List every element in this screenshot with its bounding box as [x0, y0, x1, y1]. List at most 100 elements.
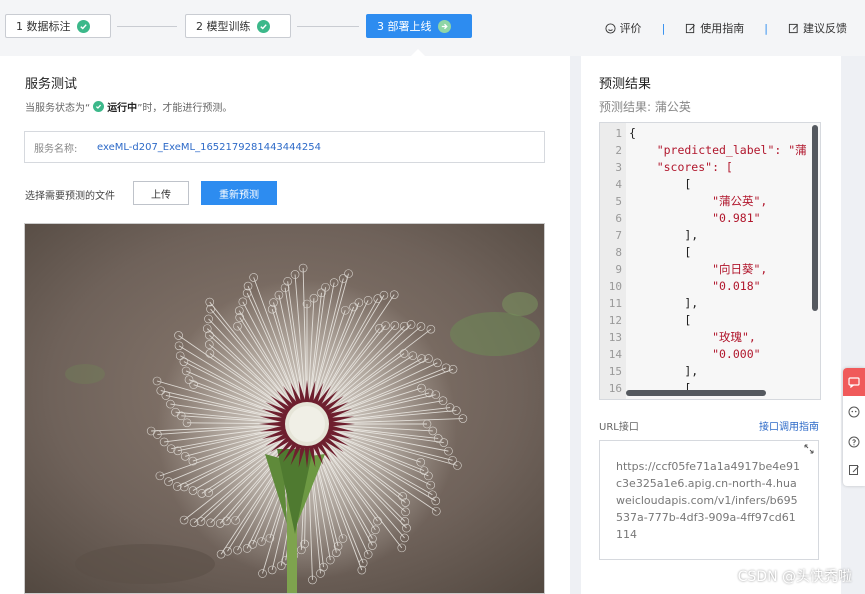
line-number: 10	[608, 280, 622, 293]
guide-link[interactable]: 使用指南	[685, 20, 744, 36]
line-number: 9	[615, 263, 622, 276]
status-hint: 当服务状态为“ 运行中 ”时，才能进行预测。	[25, 99, 232, 114]
line-number: 13	[608, 331, 622, 344]
floating-toolbar	[843, 368, 865, 486]
service-test-panel: 服务测试 当服务状态为“ 运行中 ”时，才能进行预测。 服务名称: exeML-…	[0, 56, 570, 594]
feedback-label: 建议反馈	[803, 22, 847, 35]
code-line: 15 ],	[600, 363, 807, 380]
code-line: 4 [	[600, 176, 807, 193]
step-model-training[interactable]: 2 模型训练	[185, 14, 291, 38]
watermark: CSDN @头快秃啦	[737, 569, 852, 585]
rate-label: 评价	[619, 22, 642, 35]
result-value: 蒲公英	[654, 100, 691, 114]
code-text: "玫瑰",	[629, 330, 756, 344]
line-number: 14	[608, 348, 622, 361]
line-number: 6	[615, 212, 622, 225]
code-line: 11 ],	[600, 295, 807, 312]
result-prefix: 预测结果:	[599, 100, 652, 114]
step-label: 1 数据标注	[16, 20, 71, 33]
code-text: {	[629, 126, 636, 140]
code-line: 5 "蒲公英",	[600, 193, 807, 210]
code-line: 7 ],	[600, 227, 807, 244]
code-line: 1{	[600, 125, 807, 142]
uploaded-dandelion-image	[24, 223, 545, 594]
guide-label: 使用指南	[700, 22, 745, 35]
code-line: 12 [	[600, 312, 807, 329]
code-text: ],	[629, 364, 699, 378]
step-label: 2 模型训练	[196, 20, 251, 33]
step-connector	[117, 26, 177, 27]
code-line: 8 [	[600, 244, 807, 261]
vertical-scrollbar[interactable]	[812, 125, 818, 311]
step-label: 3 部署上线	[377, 20, 432, 33]
help-icon[interactable]	[848, 436, 860, 448]
code-text: "0.018"	[629, 279, 761, 293]
line-number: 2	[615, 144, 622, 157]
line-number: 4	[615, 178, 622, 191]
service-name-label: 服务名称:	[34, 143, 78, 155]
code-line: 6 "0.981"	[600, 210, 807, 227]
code-text: [	[629, 177, 692, 191]
service-name-field: 服务名称: exeML-d207_ExeML_16521792814434442…	[24, 131, 545, 163]
file-select-label: 选择需要预测的文件	[25, 191, 115, 202]
chat-button[interactable]	[843, 368, 865, 396]
line-number: 5	[615, 195, 622, 208]
code-text: ],	[629, 296, 699, 310]
code-text: [	[629, 313, 692, 327]
step-deploy[interactable]: 3 部署上线	[366, 14, 472, 38]
step-data-labeling[interactable]: 1 数据标注	[5, 14, 111, 38]
result-summary: 预测结果: 蒲公英	[599, 98, 691, 115]
chat-icon	[848, 376, 860, 388]
code-text: "0.000"	[629, 347, 761, 361]
step-bar: 1 数据标注 2 模型训练 3 部署上线 评价 | 使用指南 | 建议反馈	[0, 0, 865, 56]
line-number: 7	[615, 229, 622, 242]
code-line: 13 "玫瑰",	[600, 329, 807, 346]
code-line: 3 "scores": [	[600, 159, 807, 176]
url-value: https://ccf05fe71a1a4917be4e91c3e325a1e6…	[616, 460, 801, 541]
running-check-icon	[93, 101, 105, 112]
check-icon	[76, 19, 90, 33]
json-result-viewer[interactable]: 1{2 "predicted_label": "蒲 3 "scores": [4 …	[599, 122, 821, 400]
upload-button[interactable]: 上传	[133, 181, 189, 205]
code-line: 2 "predicted_label": "蒲	[600, 142, 807, 159]
line-number: 3	[615, 161, 622, 174]
section-title: 服务测试	[25, 77, 78, 92]
edit-doc-icon	[686, 23, 696, 33]
line-number: 8	[615, 246, 622, 259]
code-text: ],	[629, 228, 699, 242]
arrow-right-icon	[437, 19, 451, 33]
code-lines: 1{2 "predicted_label": "蒲 3 "scores": [4 …	[600, 125, 807, 397]
feedback-icon	[788, 23, 798, 33]
edit-feedback-icon[interactable]	[848, 464, 860, 476]
result-title: 预测结果	[599, 77, 652, 92]
rate-link[interactable]: 评价	[605, 20, 642, 36]
smiley-icon	[605, 22, 616, 34]
prediction-result-panel: 预测结果 预测结果: 蒲公英 1{2 "predicted_label": "蒲…	[581, 56, 841, 594]
code-text: "蒲公英",	[629, 194, 768, 208]
code-text: "scores": [	[629, 160, 733, 174]
line-number: 11	[608, 297, 622, 310]
code-text: "predicted_label": "蒲	[629, 143, 807, 157]
service-name-value: exeML-d207_ExeML_1652179281443444254	[97, 141, 321, 153]
horizontal-scrollbar[interactable]	[626, 390, 766, 396]
code-text: "0.981"	[629, 211, 761, 225]
separator: |	[661, 21, 666, 35]
url-textarea[interactable]: https://ccf05fe71a1a4917be4e91c3e325a1e6…	[599, 440, 819, 560]
line-number: 15	[608, 365, 622, 378]
line-number: 16	[608, 382, 622, 395]
line-number: 12	[608, 314, 622, 327]
status-value: 运行中	[107, 103, 138, 114]
repredict-button[interactable]: 重新预测	[201, 181, 277, 205]
line-number: 1	[615, 127, 622, 140]
check-icon	[256, 19, 270, 33]
code-line: 10 "0.018"	[600, 278, 807, 295]
step-connector	[297, 26, 359, 27]
separator: |	[764, 21, 768, 35]
status-prefix: 当服务状态为“	[25, 103, 91, 114]
code-text: [	[629, 245, 692, 259]
feedback-link[interactable]: 建议反馈	[788, 20, 847, 36]
url-label: URL接口	[599, 422, 639, 433]
robot-icon[interactable]	[848, 406, 860, 418]
api-guide-link[interactable]: 接口调用指南	[759, 418, 819, 433]
expand-icon[interactable]	[804, 444, 814, 454]
